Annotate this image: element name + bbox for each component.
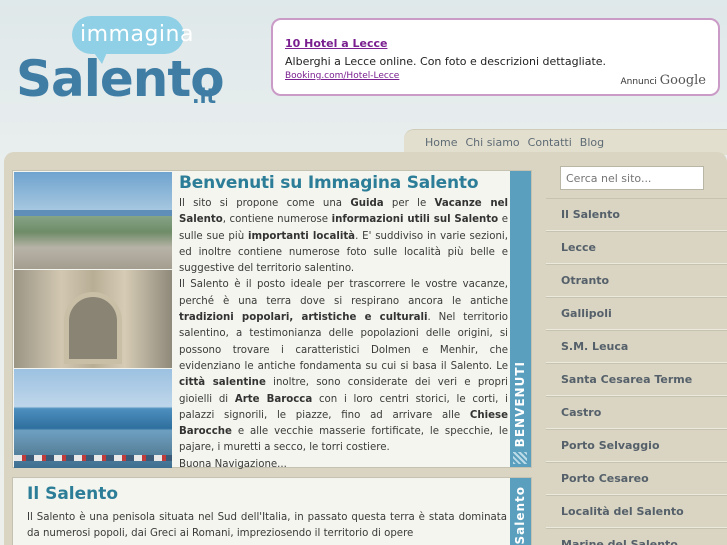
keyword: tradizioni popolari, artistiche e cultur… [179,312,428,324]
sidebar-item-castro[interactable]: Castro [546,396,727,429]
salento-panel: Il Salento Il Salento è una penisola sit… [12,477,532,545]
section-title: Il Salento [27,484,119,504]
harbor-photo [14,369,172,468]
coast-photo [14,172,172,269]
ad-description: Alberghi a Lecce online. Con foto e desc… [285,55,607,68]
nav-blog[interactable]: Blog [580,136,604,149]
keyword: importanti località [248,230,356,242]
closing-text: Buona Navigazione... [179,458,287,470]
salento-text: Il Salento è una penisola situata nel Su… [27,512,507,540]
search-input[interactable] [560,166,704,190]
text-span: Il sito si propone come una [179,198,351,209]
sidebar-item-il-salento[interactable]: Il Salento [546,198,727,231]
tab-label: BENVENUTI [513,360,527,447]
tab-label: Salento [513,486,527,545]
ad-attribution-label: Annunci [620,77,657,87]
ad-attribution[interactable]: Annunci Google [620,73,706,88]
nav-contatti[interactable]: Contatti [528,136,572,149]
sidebar-item-localita[interactable]: Località del Salento [546,495,727,528]
sidebar-item-gallipoli[interactable]: Gallipoli [546,297,727,330]
pattern-icon [513,452,527,464]
keyword: Arte Barocca [234,393,313,405]
sidebar: Il Salento Lecce Otranto Gallipoli S.M. … [546,158,727,545]
salento-tab: Salento [510,478,531,545]
keyword: città salentine [179,377,266,389]
logo-small-text: immagina [80,22,194,47]
sidebar-item-lecce[interactable]: Lecce [546,231,727,264]
text-span: , contiene numerose [222,214,332,226]
sidebar-menu: Il Salento Lecce Otranto Gallipoli S.M. … [546,198,727,545]
baroque-church-photo [14,270,172,368]
keyword: Guida [350,198,384,209]
text-span: Il Salento è il posto ideale per trascor… [179,279,508,307]
sidebar-item-santa-cesarea[interactable]: Santa Cesarea Terme [546,363,727,396]
boats-strip [14,455,172,461]
salento-article: Il Salento Il Salento è una penisola sit… [27,484,507,543]
keyword: informazioni utili sul Salento [331,214,499,226]
benvenuti-tab: BENVENUTI [510,171,531,467]
sidebar-item-porto-cesareo[interactable]: Porto Cesareo [546,462,727,495]
ad-box[interactable]: 10 Hotel a Lecce Alberghi a Lecce online… [271,18,720,96]
welcome-article: Benvenuti su Immagina Salento Il sito si… [179,171,508,473]
sidebar-item-otranto[interactable]: Otranto [546,264,727,297]
sea-strip [14,210,172,216]
welcome-panel: Benvenuti su Immagina Salento Il sito si… [12,170,532,470]
welcome-text: Il sito si propone come una Guida per le… [179,196,508,473]
google-logo: Google [659,73,706,88]
page-title: Benvenuti su Immagina Salento [179,173,479,193]
nav-home[interactable]: Home [425,136,457,149]
church-niche [64,292,122,364]
sidebar-item-porto-selvaggio[interactable]: Porto Selvaggio [546,429,727,462]
sidebar-item-sm-leuca[interactable]: S.M. Leuca [546,330,727,363]
sidebar-item-marine[interactable]: Marine del Salento [546,528,727,545]
text-span: per le [383,198,435,209]
site-logo[interactable]: immagina Salento .it [10,6,235,126]
logo-suffix: .it [192,84,217,108]
ad-title-link[interactable]: 10 Hotel a Lecce [285,37,706,50]
nav-chi-siamo[interactable]: Chi siamo [465,136,519,149]
